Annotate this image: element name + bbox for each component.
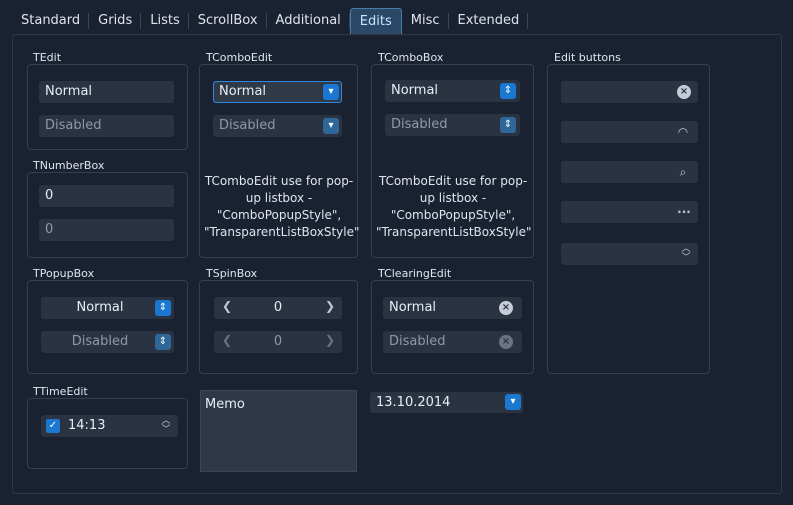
chevron-right-icon[interactable]: ❯ xyxy=(325,299,335,313)
ellipsis-icon[interactable]: ··· xyxy=(674,205,694,219)
tpopupbox-caption: TPopupBox xyxy=(33,267,95,280)
checkbox-checked-icon[interactable]: ✓ xyxy=(46,419,60,433)
tspinbox-caption: TSpinBox xyxy=(206,267,258,280)
chevron-down-icon[interactable]: ▾ xyxy=(505,394,521,410)
eye-icon[interactable]: ◠ xyxy=(676,125,690,139)
tedit-caption: TEdit xyxy=(33,51,62,64)
tedit-group xyxy=(27,64,188,150)
tcombobox-note: TComboEdit use for pop-up listbox - "Com… xyxy=(376,174,532,239)
updown-arrows-icon[interactable]: ︿ ﹀ xyxy=(159,417,173,435)
tspinbox-group xyxy=(199,280,358,374)
updown-arrows-icon: ⇕ xyxy=(155,334,171,350)
ttimeedit-value: 14:13 xyxy=(68,418,106,433)
editbuttons-caption: Edit buttons xyxy=(554,51,621,64)
ttimeedit-input[interactable]: 14:13 xyxy=(41,415,178,437)
tedit-normal-input[interactable]: Normal xyxy=(39,81,174,103)
updown-arrows-icon[interactable]: ⇕ xyxy=(155,300,171,316)
spin-edit-input[interactable] xyxy=(561,243,698,265)
tcombobox-normal-text: Normal xyxy=(391,83,439,98)
tcomboedit-caption: TComboEdit xyxy=(206,51,273,64)
date-edit-value: 13.10.2014 xyxy=(376,395,451,410)
updown-arrows-icon[interactable]: ︿ ﹀ xyxy=(679,245,693,263)
chevron-down-icon[interactable]: ▾ xyxy=(323,84,339,100)
tab-bar: Standard Grids Lists ScrollBox Additiona… xyxy=(12,8,529,34)
memo-textarea[interactable]: Memo xyxy=(200,390,357,472)
updown-arrows-icon[interactable]: ⇕ xyxy=(500,83,516,99)
tspinbox-disabled: 0 xyxy=(214,331,342,353)
tcomboedit-disabled-text: Disabled xyxy=(219,118,276,133)
tspinbox-normal[interactable]: 0 xyxy=(214,297,342,319)
clear-icon[interactable]: × xyxy=(677,85,691,99)
memo-text: Memo xyxy=(205,397,245,412)
clear-icon: × xyxy=(499,335,513,349)
tpopupbox-group xyxy=(27,280,188,374)
chevron-down-icon: ▾ xyxy=(323,118,339,134)
tab-lists[interactable]: Lists xyxy=(141,8,189,34)
tnumberbox-caption: TNumberBox xyxy=(33,159,105,172)
tedit-disabled-input: Disabled xyxy=(39,115,174,137)
tnumberbox-disabled-input: 0 xyxy=(39,219,174,241)
chevron-left-icon[interactable]: ❮ xyxy=(222,299,232,313)
tcomboedit-normal-text: Normal xyxy=(219,84,267,99)
chevron-right-icon: ❯ xyxy=(325,333,336,347)
updown-arrows-icon: ⇕ xyxy=(500,117,516,133)
chevron-left-icon: ❮ xyxy=(222,333,233,347)
search-icon[interactable]: ⌕ xyxy=(676,165,690,179)
tab-edits[interactable]: Edits xyxy=(349,8,402,34)
tab-standard[interactable]: Standard xyxy=(12,8,90,34)
date-edit-input[interactable]: 13.10.2014 xyxy=(370,392,523,413)
tpopupbox-normal-text: Normal xyxy=(76,300,124,315)
tcombobox-disabled-text: Disabled xyxy=(391,117,448,132)
tab-additional[interactable]: Additional xyxy=(267,8,351,34)
tclearingedit-caption: TClearingEdit xyxy=(378,267,452,280)
tpopupbox-disabled-text: Disabled xyxy=(71,334,129,349)
tspinbox-normal-value: 0 xyxy=(273,300,283,315)
tab-grids[interactable]: Grids xyxy=(89,8,142,34)
tnumberbox-normal-input[interactable]: 0 xyxy=(39,185,174,207)
tab-scrollbox[interactable]: ScrollBox xyxy=(189,8,267,34)
tcombobox-caption: TComboBox xyxy=(378,51,444,64)
tclearingedit-group xyxy=(371,280,534,374)
ttimeedit-caption: TTimeEdit xyxy=(33,385,88,398)
tclearingedit-normal-text: Normal xyxy=(389,300,437,315)
tcomboedit-note: TComboEdit use for pop-up listbox - "Com… xyxy=(204,174,360,239)
tclearingedit-disabled-text: Disabled xyxy=(389,334,446,349)
tab-misc[interactable]: Misc xyxy=(402,8,449,34)
clear-icon[interactable]: × xyxy=(499,301,513,315)
tspinbox-disabled-value: 0 xyxy=(273,334,283,349)
tab-extended[interactable]: Extended xyxy=(449,8,529,34)
